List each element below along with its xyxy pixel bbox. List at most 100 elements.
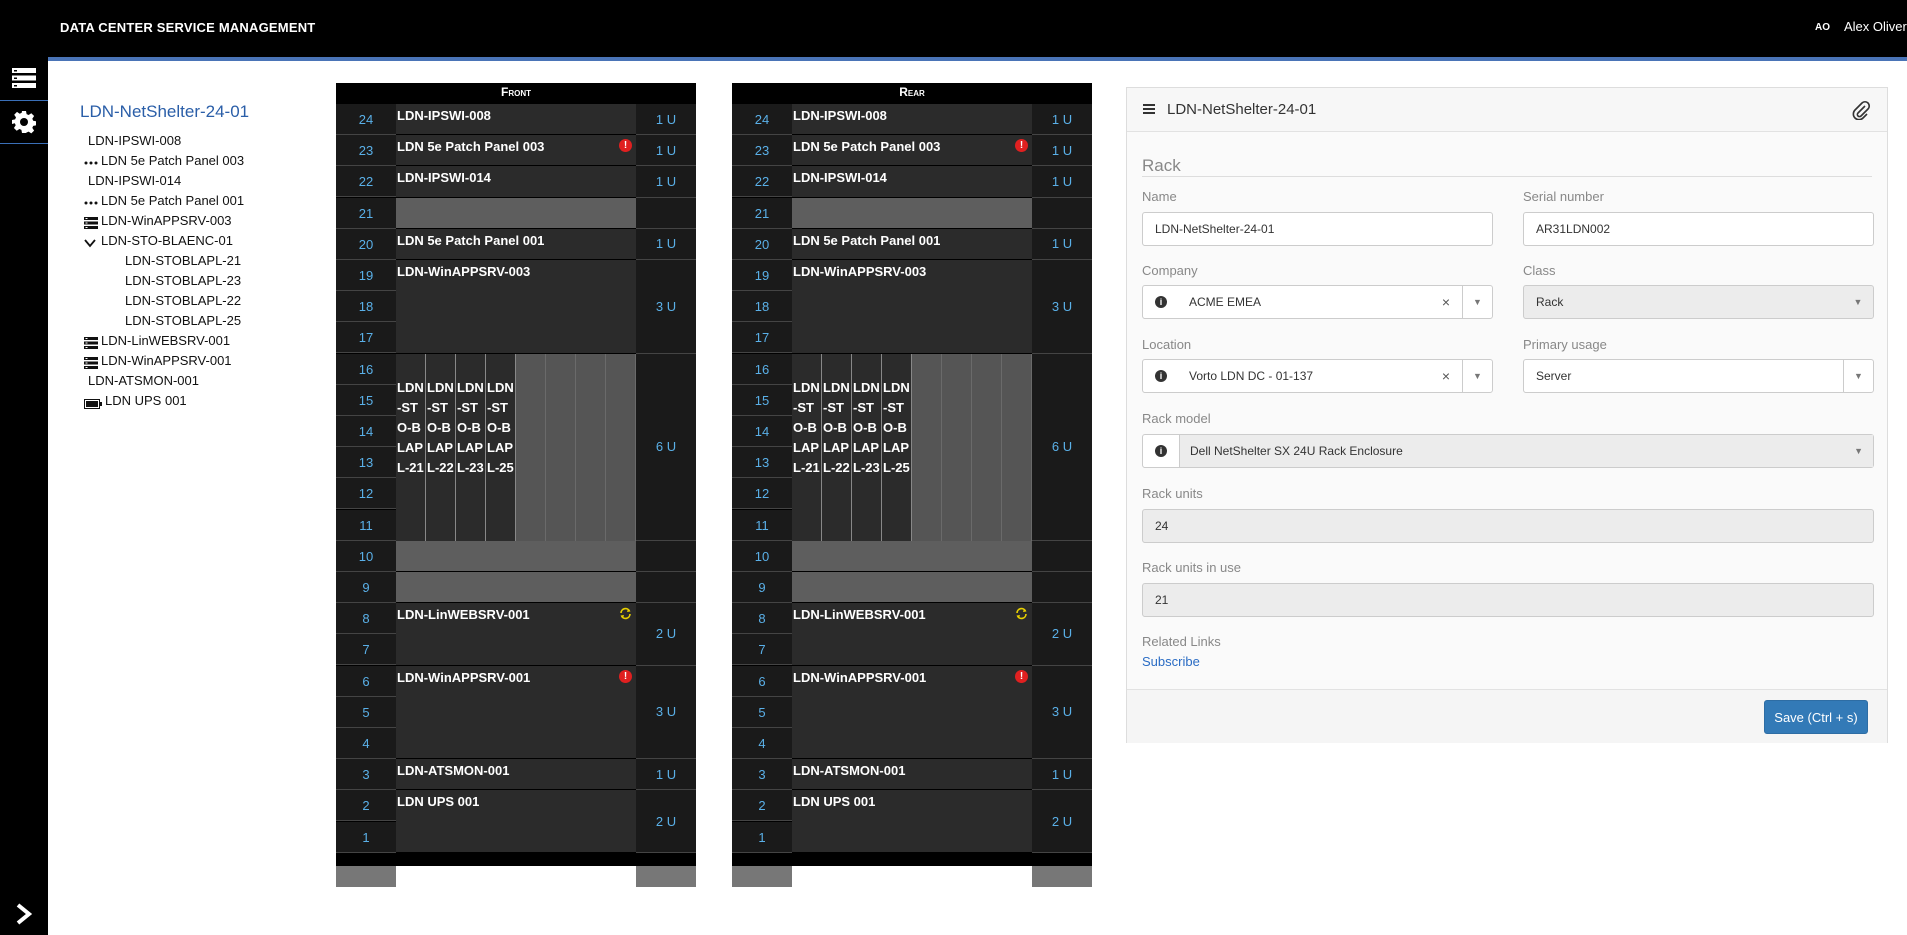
- chevron-down-icon[interactable]: [84, 235, 98, 248]
- rack-device[interactable]: LDN-WinAPPSRV-003: [396, 260, 636, 354]
- tree-item[interactable]: LDN-IPSWI-014: [84, 171, 244, 191]
- tree-item[interactable]: LDN-STOBLAPL-22: [84, 291, 244, 311]
- rack-unit-number: 5: [336, 696, 396, 728]
- tree-title[interactable]: LDN-NetShelter-24-01: [80, 102, 249, 122]
- rack-unit-number: 10: [732, 540, 792, 572]
- rack-device[interactable]: LDN-WinAPPSRV-001!: [792, 665, 1032, 760]
- tree-item[interactable]: LDN 5e Patch Panel 001: [84, 191, 244, 211]
- empty-slot: [396, 197, 636, 229]
- rack-device[interactable]: LDN 5e Patch Panel 001: [396, 228, 636, 260]
- chevron-down-icon[interactable]: ▼: [1462, 286, 1492, 318]
- tree-item[interactable]: LDN 5e Patch Panel 003: [84, 151, 244, 171]
- rack-unit-number: 21: [336, 197, 396, 229]
- rack-device[interactable]: LDN-LinWEBSRV-001: [792, 603, 1032, 666]
- unit-size: 2 U: [636, 603, 696, 666]
- rack-device[interactable]: LDN 5e Patch Panel 003!: [396, 135, 636, 167]
- blade-slot[interactable]: LDN-STO-BLAPL-21: [396, 353, 426, 541]
- tree-item-label: LDN-STOBLAPL-21: [125, 253, 242, 268]
- device-name: LDN UPS 001: [397, 794, 480, 810]
- blade-slot[interactable]: LDN-STO-BLAPL-22: [822, 353, 852, 541]
- info-icon[interactable]: i: [1155, 296, 1167, 308]
- blade-enclosure[interactable]: LDN-STO-BLAPL-21 LDN-STO-BLAPL-22 LDN-STO-…: [396, 353, 636, 541]
- rack-device[interactable]: LDN 5e Patch Panel 003!: [792, 135, 1032, 167]
- empty-blade-slot: [516, 353, 546, 541]
- panel-footer: Save (Ctrl + s): [1127, 689, 1887, 743]
- user-name[interactable]: Alex Oliver: [1844, 19, 1907, 34]
- blade-slot[interactable]: LDN-STO-BLAPL-23: [456, 353, 486, 541]
- clear-icon[interactable]: ×: [1442, 360, 1450, 392]
- tree-item[interactable]: LDN-WinAPPSRV-001: [84, 351, 244, 371]
- rack-unit-number: 3: [732, 759, 792, 791]
- name-field[interactable]: LDN-NetShelter-24-01: [1142, 212, 1493, 246]
- rack-device[interactable]: LDN-ATSMON-001: [396, 759, 636, 791]
- clear-icon[interactable]: ×: [1442, 286, 1450, 318]
- rack-device[interactable]: LDN-WinAPPSRV-003: [792, 260, 1032, 354]
- rack-device[interactable]: LDN-LinWEBSRV-001: [396, 603, 636, 666]
- unit-size: 2 U: [1032, 790, 1092, 853]
- tree-item[interactable]: LDN-STO-BLAENC-01: [84, 231, 244, 251]
- blade-enclosure[interactable]: LDN-STO-BLAPL-21 LDN-STO-BLAPL-22 LDN-STO-…: [792, 353, 1032, 541]
- chevron-down-icon[interactable]: ▼: [1854, 435, 1863, 467]
- tree-item-label: LDN-WinAPPSRV-003: [101, 213, 232, 228]
- rack-unit-number: 1: [732, 821, 792, 853]
- unit-size: 3 U: [1032, 665, 1092, 760]
- user-initials[interactable]: AO: [1815, 22, 1830, 33]
- chevron-down-icon[interactable]: ▼: [1462, 360, 1492, 392]
- tree-item[interactable]: LDN-WinAPPSRV-003: [84, 211, 244, 231]
- subscribe-link[interactable]: Subscribe: [1142, 654, 1200, 669]
- company-select[interactable]: i ACME EMEA × ▼: [1142, 285, 1493, 319]
- primary-usage-label: Primary usage: [1523, 337, 1607, 352]
- rack-device[interactable]: LDN-IPSWI-014: [396, 166, 636, 198]
- device-name: LDN 5e Patch Panel 003: [397, 139, 545, 155]
- device-name: LDN-WinAPPSRV-003: [793, 264, 927, 279]
- blade-slot[interactable]: LDN-STO-BLAPL-21: [792, 353, 822, 541]
- tree-item[interactable]: LDN UPS 001: [84, 391, 244, 411]
- rack-device[interactable]: LDN-IPSWI-008: [792, 104, 1032, 136]
- tree-item[interactable]: LDN-STOBLAPL-25: [84, 311, 244, 331]
- location-select[interactable]: i Vorto LDN DC - 01-137 × ▼: [1142, 359, 1493, 393]
- unit-size: 1 U: [1032, 166, 1092, 198]
- location-label: Location: [1142, 337, 1192, 352]
- settings-button[interactable]: [0, 101, 48, 143]
- blade-slot[interactable]: LDN-STO-BLAPL-22: [426, 353, 456, 541]
- tree-item[interactable]: LDN-STOBLAPL-23: [84, 271, 244, 291]
- rail-separator: [0, 143, 48, 144]
- rack-unit-number: 1: [336, 821, 396, 853]
- rack-unit-number: 5: [732, 696, 792, 728]
- tree-item[interactable]: LDN-ATSMON-001: [84, 371, 244, 391]
- info-icon[interactable]: i: [1155, 370, 1167, 382]
- error-icon: !: [1015, 139, 1028, 153]
- chevron-down-icon[interactable]: ▼: [1843, 360, 1873, 392]
- serial-number-field[interactable]: AR31LDN002: [1523, 212, 1874, 246]
- name-label: Name: [1142, 189, 1177, 204]
- rack-unit-number: 7: [336, 634, 396, 666]
- menu-icon[interactable]: [1143, 103, 1155, 115]
- rack-device[interactable]: LDN-ATSMON-001: [792, 759, 1032, 791]
- primary-usage-select[interactable]: Server ▼: [1523, 359, 1874, 393]
- save-button[interactable]: Save (Ctrl + s): [1764, 700, 1868, 734]
- rack-device[interactable]: LDN UPS 001: [396, 790, 636, 853]
- rack-device[interactable]: LDN-IPSWI-008: [396, 104, 636, 136]
- unit-size: [1032, 540, 1092, 572]
- rack-model-select[interactable]: i Dell NetShelter SX 24U Rack Enclosure …: [1142, 434, 1874, 468]
- location-value: Vorto LDN DC - 01-137: [1189, 369, 1314, 383]
- blade-slot[interactable]: LDN-STO-BLAPL-23: [852, 353, 882, 541]
- info-icon[interactable]: i: [1155, 445, 1167, 457]
- blade-slot[interactable]: LDN-STO-BLAPL-25: [882, 353, 912, 541]
- tree-item[interactable]: LDN-IPSWI-008: [84, 131, 244, 151]
- expand-button[interactable]: [0, 893, 48, 935]
- left-rail: [0, 57, 48, 935]
- paperclip-icon[interactable]: [1851, 100, 1871, 120]
- rack-device[interactable]: LDN 5e Patch Panel 001: [792, 228, 1032, 260]
- tree-item[interactable]: LDN-STOBLAPL-21: [84, 251, 244, 271]
- unit-size: 1 U: [636, 228, 696, 260]
- rack-list-button[interactable]: [0, 57, 48, 99]
- rack-device[interactable]: LDN-IPSWI-014: [792, 166, 1032, 198]
- company-value: ACME EMEA: [1189, 295, 1262, 309]
- blade-slot[interactable]: LDN-STO-BLAPL-25: [486, 353, 516, 541]
- rack-device[interactable]: LDN-WinAPPSRV-001!: [396, 665, 636, 760]
- rack-device[interactable]: LDN UPS 001: [792, 790, 1032, 853]
- device-name: LDN 5e Patch Panel 001: [793, 232, 941, 248]
- tree-item[interactable]: LDN-LinWEBSRV-001: [84, 331, 244, 351]
- rack-unit-number: 17: [336, 322, 396, 354]
